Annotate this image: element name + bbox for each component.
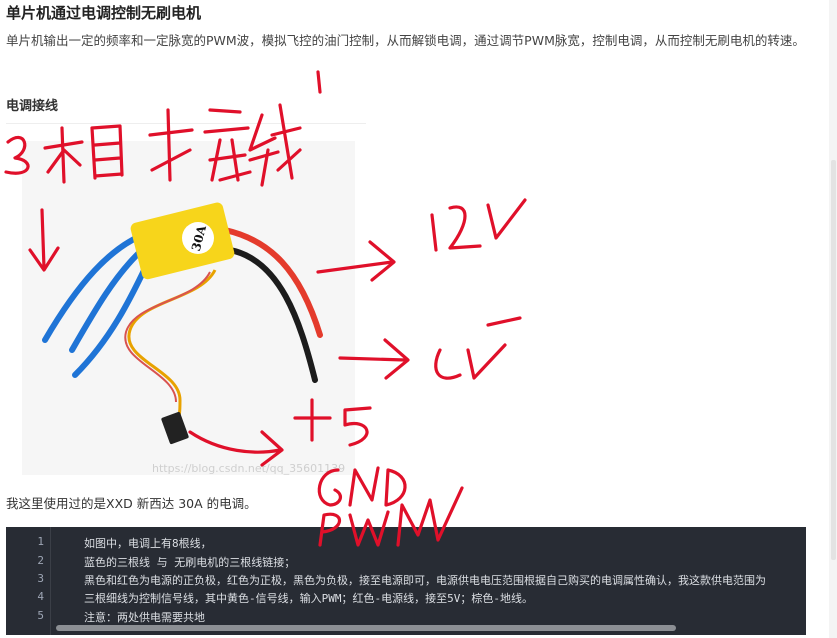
- servo-connector: [161, 411, 189, 445]
- handwritten-plus-label: [293, 398, 332, 442]
- blue-wire: [42, 233, 143, 343]
- red-power-wire: [222, 227, 323, 338]
- handwritten-pwm-label: [318, 512, 341, 547]
- article: 单片机通过电调控制无刷电机 单片机输出一定的频率和一定脉宽的PWM波，模拟飞控的…: [0, 0, 820, 638]
- red-signal-wire: [124, 271, 211, 403]
- handwritten-arrow-12v: [316, 240, 396, 282]
- esc-illustration: 30A: [4, 70, 527, 547]
- handwritten-jie-mark: [203, 108, 252, 182]
- handwritten-12v-label: [430, 198, 527, 252]
- handwritten-xian-mark: [248, 103, 302, 187]
- handwritten-pwm-label: [348, 510, 390, 547]
- handwritten-gnd-label: [317, 468, 343, 507]
- handwritten-5-label: [343, 406, 372, 447]
- handwritten-arrow-down: [28, 208, 60, 272]
- handwritten-jie-mark: [148, 108, 194, 182]
- handwritten-0v-label: [486, 316, 522, 327]
- handwritten-arrow-5v: [188, 430, 284, 467]
- handwritten-annotations: [4, 70, 527, 547]
- handwritten-0v-label: [434, 343, 507, 380]
- handwritten-arrow-0v: [338, 338, 410, 380]
- handwritten-gnd-label: [384, 468, 407, 507]
- handwritten-pwm-label: [396, 486, 464, 547]
- handwritten-gnd-label: [348, 466, 380, 507]
- yellow-signal-wire: [127, 269, 217, 427]
- page-scrollbar-thumb[interactable]: [831, 160, 836, 560]
- black-power-wire: [227, 247, 318, 383]
- handwritten-xiang-mark: [43, 126, 84, 184]
- handwritten-3-mark: [4, 135, 30, 175]
- handwritten-xiang-mark: [90, 124, 124, 180]
- handwritten-tick-mark: [316, 70, 322, 94]
